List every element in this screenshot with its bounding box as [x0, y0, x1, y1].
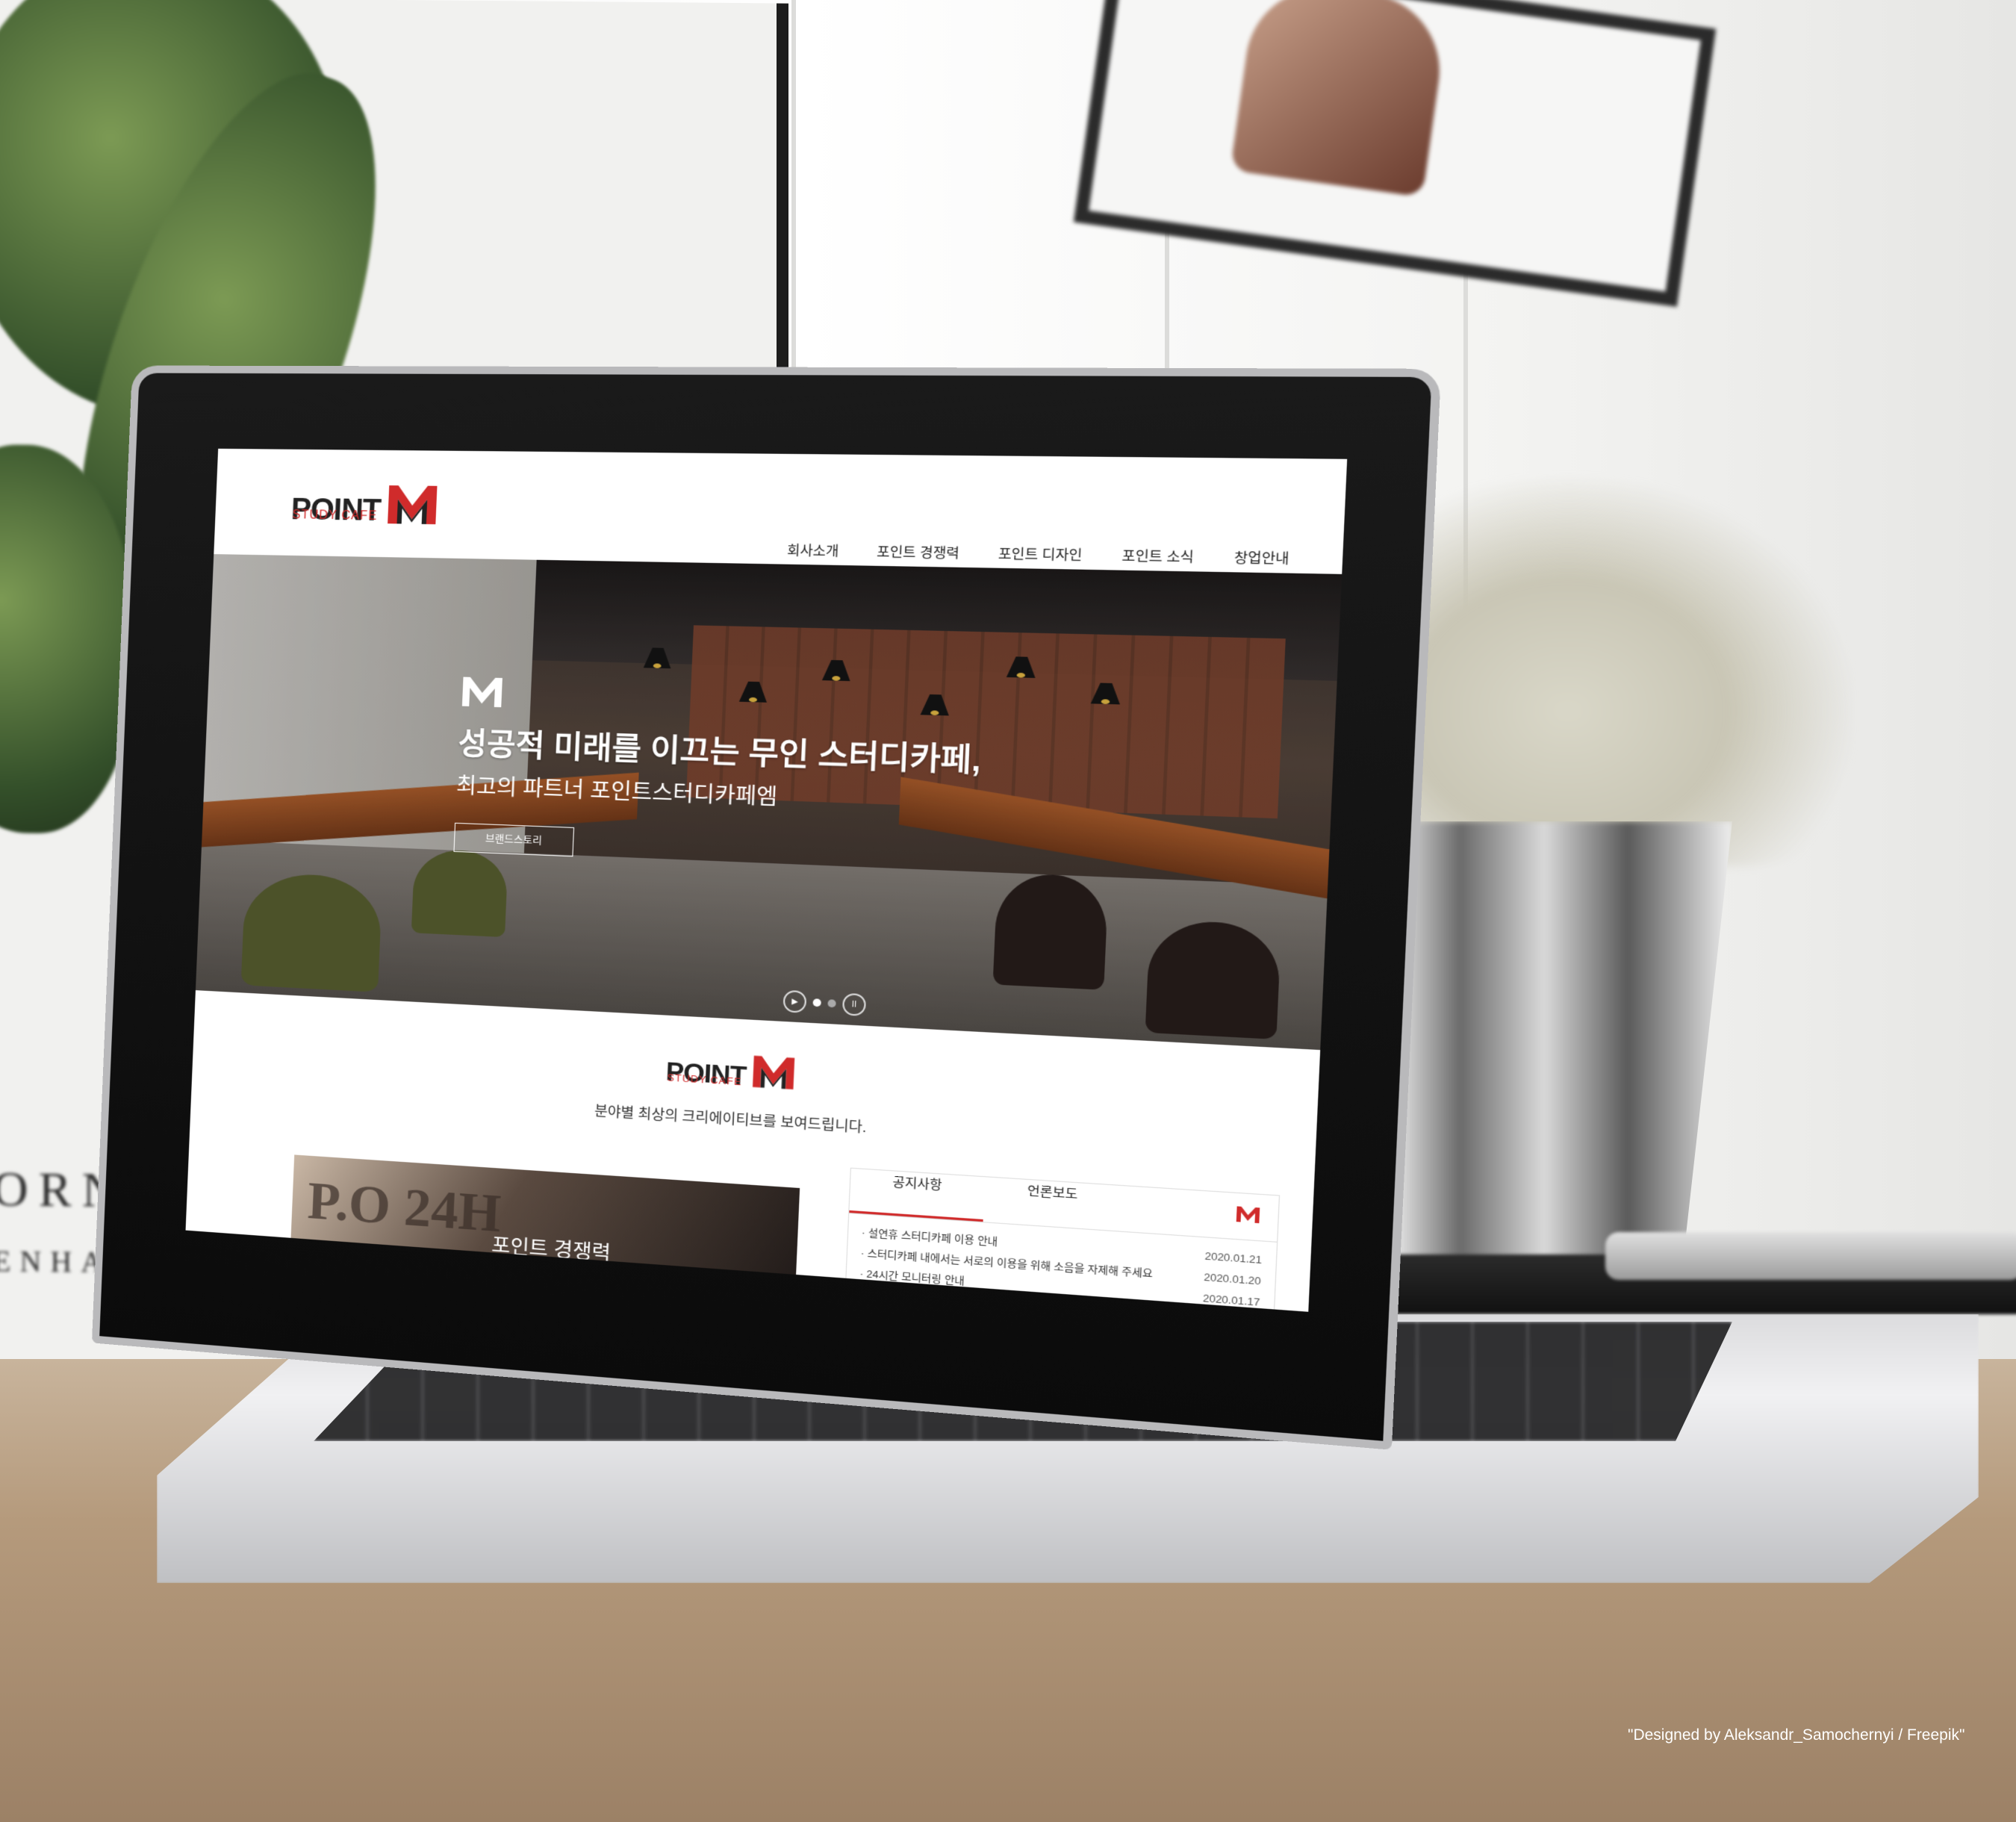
feature-subtitle: 창업비전 — [490, 1268, 531, 1287]
nav-item-news[interactable]: 포인트 소식 — [1121, 544, 1195, 566]
pause-icon[interactable]: II — [842, 993, 866, 1016]
feature-title: 포인트 경쟁력 — [491, 1229, 612, 1266]
slider-controls: ▶ II — [783, 990, 866, 1016]
nav-item-competitiveness[interactable]: 포인트 경쟁력 — [877, 541, 960, 562]
logo-subtitle: STUDY CAFE — [292, 509, 377, 523]
site-logo[interactable]: POINT STUDY CAFE — [290, 479, 441, 526]
laptop-lid: POINT STUDY CAFE 회사소개 포인트 경쟁력 포인트 디자인 포인… — [92, 365, 1441, 1449]
tab-press[interactable]: 언론보도 — [983, 1177, 1122, 1231]
hero-copy: 성공적 미래를 이끄는 무인 스터디카페, 최고의 파트너 포인트스터디카페엠 … — [453, 674, 984, 873]
main-nav: 회사소개 포인트 경쟁력 포인트 디자인 포인트 소식 창업안내 — [787, 539, 1290, 568]
laptop-screen: POINT STUDY CAFE 회사소개 포인트 경쟁력 포인트 디자인 포인… — [186, 449, 1348, 1312]
nav-item-design[interactable]: 포인트 디자인 — [998, 542, 1083, 564]
intro-section: POINT STUDY CAFE 분야별 최상의 크리에이티브를 보여드립니다. — [191, 1020, 1319, 1164]
image-credit: "Designed by Aleksandr_Samochernyi / Fre… — [1628, 1726, 1964, 1744]
logo-m-icon — [385, 481, 441, 526]
play-icon[interactable]: ▶ — [783, 990, 806, 1013]
feature-letters: P.O 24H — [306, 1171, 502, 1246]
frame-artwork — [1231, 0, 1450, 197]
site-header: POINT STUDY CAFE 회사소개 포인트 경쟁력 포인트 디자인 포인… — [214, 449, 1347, 558]
slide-dot[interactable] — [812, 998, 821, 1007]
logo-m-icon — [750, 1051, 798, 1092]
list-item-date: 2020.01.17 — [1202, 1288, 1260, 1312]
hero-slider: 성공적 미래를 이끄는 무인 스터디카페, 최고의 파트너 포인트스터디카페엠 … — [196, 554, 1342, 1050]
phone — [1605, 1232, 2016, 1280]
slide-dot[interactable] — [827, 999, 836, 1007]
notice-board: 공지사항 언론보도 · 설연휴 스터디카페 이용 안내 2020.01.21 ·… — [843, 1168, 1280, 1312]
tab-notices[interactable]: 공지사항 — [849, 1169, 985, 1222]
brand-m-icon — [1235, 1204, 1260, 1224]
brand-m-icon — [460, 674, 505, 709]
nav-item-franchise[interactable]: 창업안내 — [1233, 546, 1289, 568]
feature-card[interactable]: P.O 24H 포인트 경쟁력 창업비전 — [287, 1154, 800, 1311]
brand-story-button[interactable]: 브랜드스토리 — [453, 823, 574, 857]
intro-logo: POINT STUDY CAFE — [665, 1046, 797, 1091]
nav-item-company[interactable]: 회사소개 — [787, 539, 839, 560]
